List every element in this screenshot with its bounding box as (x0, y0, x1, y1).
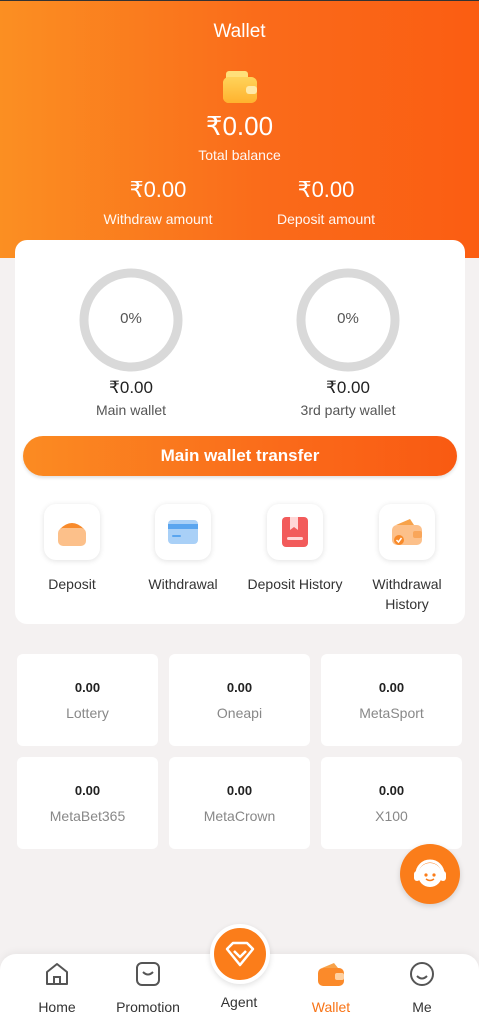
main-wallet-label: Main wallet (95, 402, 167, 418)
deposit-amount: ₹0.00 (297, 177, 355, 202)
nav-item-me[interactable]: Me (377, 960, 467, 1015)
withdrawal-action[interactable]: Withdrawal (133, 504, 233, 594)
game-wallet-balance: 0.00 (226, 680, 253, 695)
game-wallet-balance: 0.00 (378, 680, 405, 695)
agent-diamond-icon (225, 941, 255, 967)
game-wallet-name: MetaSport (359, 705, 424, 721)
withdraw-amount: ₹0.00 (129, 177, 187, 202)
customer-support-button[interactable] (400, 844, 460, 904)
withdrawal-card-icon (168, 520, 198, 544)
game-wallet-name: X100 (375, 808, 408, 824)
main-wallet-info: ₹0.00 Main wallet (41, 378, 221, 418)
nav-label-me: Me (412, 999, 432, 1015)
main-wallet-ring: 0% (79, 268, 183, 372)
third-party-wallet-info: ₹0.00 3rd party wallet (258, 378, 438, 418)
nav-label-promotion: Promotion (116, 999, 180, 1015)
game-wallet-name: MetaBet365 (49, 808, 126, 824)
promotion-icon (136, 962, 160, 986)
withdraw-label: Withdraw amount (103, 211, 213, 227)
game-wallet-card[interactable]: 0.00 Lottery (17, 654, 158, 746)
game-wallet-card[interactable]: 0.00 X100 (321, 757, 462, 849)
game-wallet-balance: 0.00 (74, 680, 101, 695)
nav-label-wallet: Wallet (311, 999, 351, 1015)
third-party-wallet-amount: ₹0.00 (326, 378, 370, 397)
nav-item-home[interactable]: Home (12, 960, 102, 1015)
game-wallet-card[interactable]: 0.00 MetaCrown (169, 757, 310, 849)
wallet-header: Wallet ₹0.00 Total balance ₹0.00 Withdra… (0, 0, 479, 258)
withdraw-summary: ₹0.00 Withdraw amount (78, 177, 238, 227)
game-wallet-name: MetaCrown (203, 808, 276, 824)
deposit-summary: ₹0.00 Deposit amount (246, 177, 406, 227)
deposit-history-icon (282, 517, 308, 547)
nav-item-promotion[interactable]: Promotion (103, 960, 193, 1015)
third-party-wallet-ring: 0% (296, 268, 400, 372)
wallet-icon (318, 963, 344, 986)
deposit-label: Deposit (48, 576, 96, 592)
deposit-icon (58, 523, 86, 546)
deposit-label: Deposit amount (276, 211, 376, 227)
deposit-action[interactable]: Deposit (22, 504, 122, 594)
withdrawal-label: Withdrawal (148, 576, 218, 592)
game-wallet-balance: 0.00 (74, 783, 101, 798)
nav-label-home: Home (38, 999, 76, 1015)
withdrawal-history-icon (392, 519, 422, 545)
game-wallet-balance: 0.00 (378, 783, 405, 798)
withdrawal-history-action[interactable]: Withdrawal History (357, 504, 457, 614)
wallet-icon (223, 71, 257, 103)
game-wallet-name: Lottery (66, 705, 109, 721)
game-wallet-name: Oneapi (216, 705, 263, 721)
game-wallet-balance: 0.00 (226, 783, 253, 798)
third-party-wallet-percent: 0% (337, 310, 359, 327)
withdrawal-history-label: Withdrawal History (372, 576, 442, 612)
deposit-history-action[interactable]: Deposit History (245, 504, 345, 594)
third-party-wallet-label: 3rd party wallet (300, 402, 396, 418)
nav-item-wallet[interactable]: Wallet (286, 960, 376, 1015)
game-wallet-card[interactable]: 0.00 MetaBet365 (17, 757, 158, 849)
headset-support-icon (414, 859, 446, 887)
game-wallet-card[interactable]: 0.00 Oneapi (169, 654, 310, 746)
main-wallet-amount: ₹0.00 (109, 378, 153, 397)
agent-center-button[interactable] (210, 924, 270, 984)
home-icon (46, 963, 68, 985)
page-title: Wallet (213, 21, 266, 42)
wallet-balance-card: 0% 0% ₹0.00 Main wallet ₹0.00 3rd party … (15, 240, 465, 624)
game-wallet-card[interactable]: 0.00 MetaSport (321, 654, 462, 746)
main-wallet-transfer-button[interactable]: Main wallet transfer (23, 436, 457, 476)
total-balance-label: Total balance (198, 147, 281, 163)
total-balance-amount: ₹0.00 (205, 111, 274, 141)
main-wallet-percent: 0% (120, 310, 142, 327)
profile-icon (410, 962, 434, 986)
nav-label-agent: Agent (220, 994, 258, 1010)
deposit-history-label: Deposit History (247, 576, 343, 592)
